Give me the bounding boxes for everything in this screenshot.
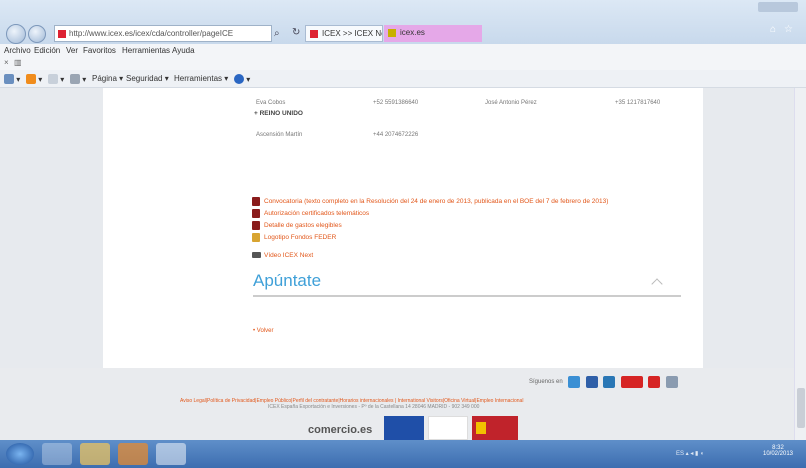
star-icon[interactable]: ☆ xyxy=(784,24,793,35)
help-icon[interactable]: ▾ xyxy=(234,74,250,84)
close-icon[interactable]: × xyxy=(4,58,9,67)
refresh-icon[interactable]: ↻ xyxy=(292,27,300,38)
googleplus-icon[interactable] xyxy=(648,376,660,388)
video-link[interactable]: Vídeo ICEX Next xyxy=(252,252,313,259)
pdf-icon xyxy=(252,209,260,218)
address-bar[interactable]: http://www.icex.es/icex/cda/controller/p… xyxy=(54,25,272,42)
eu-flag-logo xyxy=(384,416,424,440)
doc-link-gastos[interactable]: Detalle de gastos elegibles xyxy=(252,221,342,230)
scrollbar-thumb[interactable] xyxy=(797,388,805,428)
comercio-logo[interactable]: comercio.es xyxy=(308,424,372,436)
contact-name: Eva Cobos xyxy=(256,100,286,106)
contact-name-2: José Antonio Pérez xyxy=(485,100,537,106)
word-taskbar-icon[interactable] xyxy=(156,443,186,465)
taskbar: ES ▴ ◂ ▮ ◖ 8:32 10/02/2013 xyxy=(0,440,806,468)
favorites-icon[interactable]: ▥ xyxy=(14,58,22,67)
home-icon[interactable]: ⌂ xyxy=(770,24,776,35)
tab-icex[interactable]: icex.es xyxy=(384,25,482,42)
pdf-icon xyxy=(252,221,260,230)
contact-phone-2: +35 1217817640 xyxy=(615,100,661,106)
country-heading[interactable]: + REINO UNIDO xyxy=(254,110,303,117)
feeds-icon[interactable]: ▾ xyxy=(26,74,42,84)
pdf-icon xyxy=(252,197,260,206)
command-bar: ▾ ▾ ▾ ▾ Página ▾ Seguridad ▾ Herramienta… xyxy=(0,70,806,88)
footer-address: ICEX España Exportación e Inversiones - … xyxy=(268,404,480,410)
image-icon xyxy=(252,233,260,242)
facebook-icon[interactable] xyxy=(586,376,598,388)
start-button[interactable] xyxy=(6,443,34,465)
doc-link-autorizacion[interactable]: Autorización certificados telemáticos xyxy=(252,209,369,218)
mail-icon[interactable]: ▾ xyxy=(48,74,64,84)
eu-fund-logo xyxy=(428,416,468,440)
linkedin-icon[interactable] xyxy=(603,376,615,388)
favorites-bar: × ▥ xyxy=(0,58,806,70)
page-footer: Síguenos en Aviso Legal|Política de Priv… xyxy=(0,368,794,440)
menu-ver[interactable]: Ver xyxy=(66,46,78,55)
doc-link-convocatoria[interactable]: Convocatoria (texto completo en la Resol… xyxy=(252,197,608,206)
divider xyxy=(253,295,681,297)
system-tray[interactable]: ES ▴ ◂ ▮ ◖ xyxy=(676,450,704,457)
contact-phone: +44 2074672226 xyxy=(373,132,419,138)
search-icon[interactable]: ⌕ xyxy=(274,28,280,39)
tab-icex-next[interactable]: ICEX >> ICEX Next xyxy=(305,25,383,42)
menu-bar: Archivo Edición Ver Favoritos Herramient… xyxy=(0,44,806,58)
page-menu[interactable]: Página ▾ xyxy=(92,74,123,83)
security-menu[interactable]: Seguridad ▾ xyxy=(126,74,169,83)
window-controls[interactable] xyxy=(758,2,798,12)
ie-taskbar-icon[interactable] xyxy=(42,443,72,465)
menu-archivo[interactable]: Archivo xyxy=(4,46,31,55)
follow-label: Síguenos en xyxy=(529,379,563,385)
explorer-taskbar-icon[interactable] xyxy=(80,443,110,465)
spain-gov-logo xyxy=(472,416,518,440)
twitter-icon[interactable] xyxy=(568,376,580,388)
menu-ayuda[interactable]: Ayuda xyxy=(172,46,195,55)
youtube-icon xyxy=(252,252,261,258)
browser-titlebar: http://www.icex.es/icex/cda/controller/p… xyxy=(0,0,806,44)
print-icon[interactable]: ▾ xyxy=(70,74,86,84)
flickr-icon[interactable] xyxy=(666,376,678,388)
youtube-icon[interactable] xyxy=(621,376,643,388)
contact-phone: +52 5591386640 xyxy=(373,100,419,106)
chevron-up-icon[interactable] xyxy=(651,278,663,290)
volver-link[interactable]: • Volver xyxy=(253,328,273,334)
address-text: http://www.icex.es/icex/cda/controller/p… xyxy=(69,29,234,38)
clock[interactable]: 8:32 10/02/2013 xyxy=(758,445,798,457)
menu-favoritos[interactable]: Favoritos xyxy=(83,46,116,55)
contact-name: Ascensión Martín xyxy=(256,132,303,138)
menu-edicion[interactable]: Edición xyxy=(34,46,60,55)
menu-herramientas[interactable]: Herramientas xyxy=(122,46,170,55)
outlook-taskbar-icon[interactable] xyxy=(118,443,148,465)
back-button[interactable] xyxy=(6,24,26,44)
page-content: Eva Cobos +52 5591386640 José Antonio Pé… xyxy=(103,88,703,368)
scrollbar[interactable] xyxy=(794,88,806,440)
forward-button[interactable] xyxy=(28,25,46,43)
clock-date: 10/02/2013 xyxy=(762,451,794,457)
home-cmd-icon[interactable]: ▾ xyxy=(4,74,20,84)
apuntate-heading[interactable]: Apúntate xyxy=(253,271,321,291)
doc-link-logotipo[interactable]: Logotipo Fondos FEDER xyxy=(252,233,336,242)
tools-menu[interactable]: Herramientas ▾ xyxy=(174,74,228,83)
web-viewport: Eva Cobos +52 5591386640 José Antonio Pé… xyxy=(0,88,806,440)
